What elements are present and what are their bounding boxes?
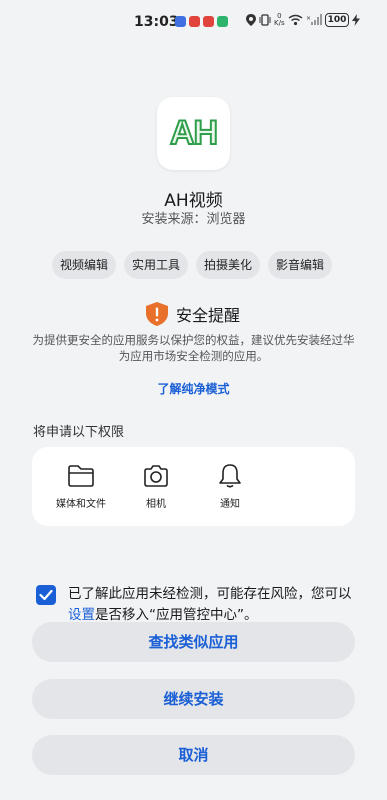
app-notification-icon [175, 16, 186, 27]
permission-notification[interactable]: 通知 [195, 463, 265, 510]
permission-label: 通知 [220, 499, 240, 510]
folder-icon [68, 465, 94, 487]
security-description: 为提供更安全的应用服务以保护您的权益，建议优先安装经过华为应用市场安全检测的应用… [32, 333, 355, 363]
checkmark-icon [39, 589, 53, 601]
bell-icon [219, 464, 241, 488]
battery-icon: 100 [324, 13, 350, 27]
status-bar: 13:03 0 K/s × 100 [0, 0, 387, 44]
app-notification-icon [203, 16, 214, 27]
svg-text:×: × [306, 15, 311, 22]
continue-install-button[interactable]: 继续安装 [32, 679, 355, 719]
camera-icon [144, 465, 168, 487]
tag: 实用工具 [124, 251, 189, 279]
permissions-card: 媒体和文件 相机 通知 [32, 447, 355, 526]
find-similar-apps-button[interactable]: 查找类似应用 [32, 622, 355, 662]
network-speed: 0 K/s [274, 12, 285, 27]
app-icon: AH [157, 97, 230, 170]
app-source: 安装来源：浏览器 [141, 212, 246, 227]
consent-text: 已了解此应用未经检测，可能存在风险，您可以设置是否移入“应用管控中心”。 [68, 584, 356, 626]
permission-label: 媒体和文件 [56, 499, 106, 510]
charging-icon [352, 14, 361, 26]
notification-icons [175, 16, 228, 27]
permissions-title: 将申请以下权限 [33, 425, 125, 440]
security-title: 安全提醒 [176, 306, 241, 325]
cancel-button[interactable]: 取消 [32, 735, 355, 775]
security-header: 安全提醒 [146, 302, 240, 326]
tag: 影音编辑 [268, 251, 333, 279]
shield-warning-icon [146, 302, 168, 326]
pure-mode-link[interactable]: 了解纯净模式 [0, 380, 387, 397]
wifi-icon [288, 14, 303, 26]
permission-label: 相机 [146, 499, 166, 510]
permission-media-files[interactable]: 媒体和文件 [46, 463, 116, 510]
signal-icon: × [306, 14, 322, 25]
tag: 视频编辑 [52, 251, 117, 279]
status-time: 13:03 [134, 14, 179, 30]
consent-checkbox[interactable] [36, 585, 56, 605]
app-icon-logo: AH [169, 113, 219, 153]
vibrate-icon [259, 14, 271, 26]
app-tags: 视频编辑 实用工具 拍摄美化 影音编辑 [52, 251, 333, 279]
permission-camera[interactable]: 相机 [121, 463, 191, 510]
download-notification-icon [217, 16, 228, 27]
consent-text-after: 是否移入“应用管控中心”。 [95, 607, 258, 623]
status-right-icons: 0 K/s × 100 [246, 12, 361, 27]
consent-text-before: 已了解此应用未经检测，可能存在风险，您可以 [68, 586, 352, 602]
app-notification-icon [189, 16, 200, 27]
settings-link[interactable]: 设置 [68, 607, 95, 623]
tag: 拍摄美化 [196, 251, 261, 279]
location-icon [246, 14, 256, 26]
